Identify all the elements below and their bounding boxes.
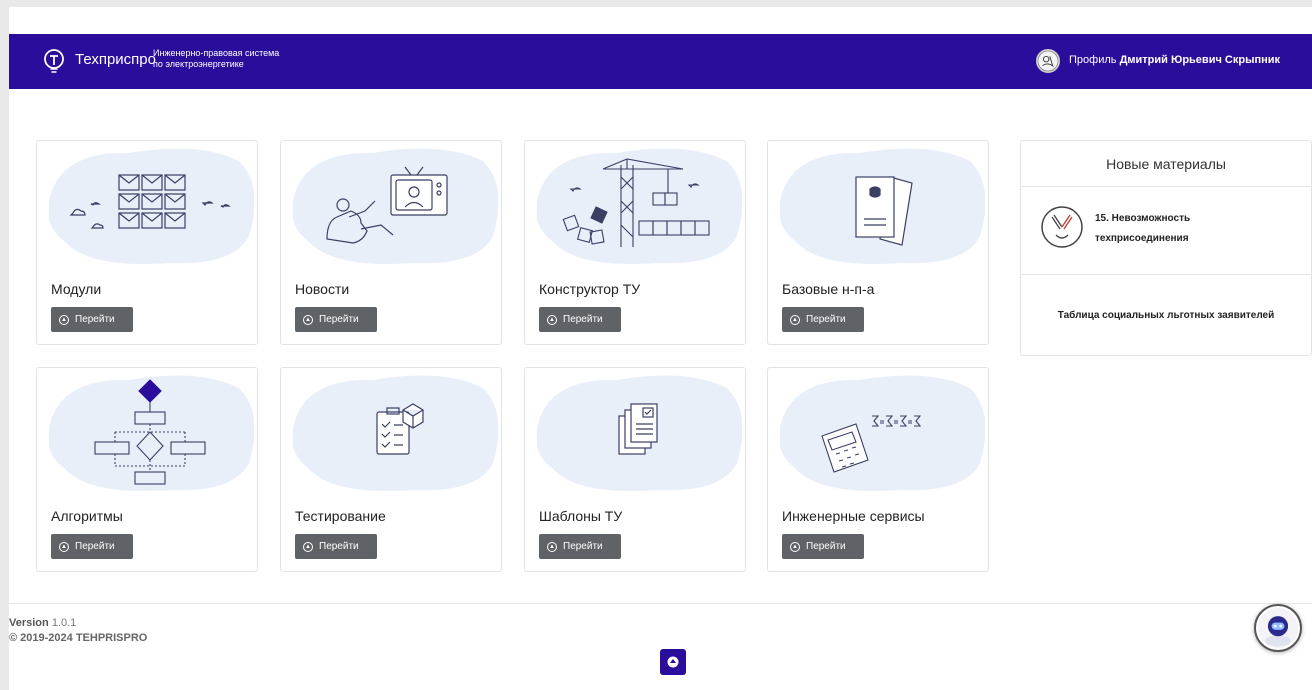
go-button[interactable]: ▲ Перейти [51,534,133,559]
go-button-label: Перейти [319,314,359,325]
card-title: Базовые н-п-а [782,281,875,297]
arrow-up-circle-icon: ▲ [303,314,313,325]
page-frame: Техприспро Инженерно-правовая система по… [9,7,1312,690]
card-title: Инженерные сервисы [782,508,925,524]
news-tv-illustration [326,166,448,244]
go-button[interactable]: ▲ Перейти [539,534,621,559]
arrow-up-circle-icon: ▲ [303,541,313,552]
card-testing[interactable]: Тестирование ▲ Перейти [280,367,502,572]
arrow-up-circle-icon [667,656,679,668]
profile-name: Дмитрий Юрьевич Скрыпник [1119,54,1281,66]
profile-prefix: Профиль [1069,54,1117,66]
arrow-up-circle-icon: ▲ [59,314,69,325]
arrow-up-circle-icon: ▲ [59,541,69,552]
lightbulb-logo-icon[interactable] [41,48,67,74]
arrow-up-circle-icon: ▲ [790,314,800,325]
scroll-top-button[interactable] [660,649,686,675]
material-item-label: 15. Невозможность техприсоединения [1095,213,1191,244]
arrow-up-circle-icon: ▲ [790,541,800,552]
card-tu-constructor[interactable]: Конструктор ТУ ▲ Перейти [524,140,746,345]
go-button-label: Перейти [806,541,846,552]
go-button-label: Перейти [75,314,115,325]
card-title: Новости [295,281,350,297]
construction-crane-illustration [562,158,710,247]
flowchart-illustration [94,379,206,485]
card-news[interactable]: Новости ▲ Перейти [280,140,502,345]
template-documents-illustration [618,403,658,455]
card-title: Тестирование [295,508,386,524]
go-button[interactable]: ▲ Перейти [295,307,377,332]
tagline-line-1: Инженерно-правовая система [153,48,280,58]
go-button[interactable]: ▲ Перейти [782,307,864,332]
version-label: Version [9,617,49,629]
go-button-label: Перейти [75,541,115,552]
checklist-illustration [376,403,424,455]
legal-documents-illustration [855,176,913,246]
material-item[interactable]: 15. Невозможность техприсоединения [1021,187,1311,275]
version-info: Version 1.0.1 [9,617,76,629]
go-button[interactable]: ▲ Перейти [539,307,621,332]
tagline-line-2: по электроэнергетике [153,59,244,69]
go-button[interactable]: ▲ Перейти [295,534,377,559]
material-item-label: Таблица социальных льготных заявителей [1057,309,1275,321]
card-algorithms[interactable]: Алгоритмы ▲ Перейти [36,367,258,572]
go-button-label: Перейти [563,314,603,325]
go-button[interactable]: ▲ Перейти [782,534,864,559]
card-base-npa[interactable]: Базовые н-п-а ▲ Перейти [767,140,989,345]
profile-avatar[interactable] [1036,49,1060,73]
card-title: Конструктор ТУ [539,281,641,297]
material-item[interactable]: Таблица социальных льготных заявителей [1021,275,1311,355]
card-engineering-services[interactable]: Инженерные сервисы ▲ Перейти [767,367,989,572]
card-tu-templates[interactable]: Шаблоны ТУ ▲ Перейти [524,367,746,572]
footer-divider [9,603,1312,604]
copyright: © 2019-2024 TEHPRISPRO [9,632,148,644]
modules-grid-illustration [69,174,231,229]
card-title: Шаблоны ТУ [539,508,623,524]
go-button[interactable]: ▲ Перейти [51,307,133,332]
new-materials-panel: Новые материалы 15. Невозможность техпри… [1020,140,1312,356]
arrow-up-circle-icon: ▲ [547,314,557,325]
brand-tagline: Инженерно-правовая система по электроэне… [153,48,343,70]
navbar: Техприспро Инженерно-правовая система по… [9,34,1312,89]
card-title: Алгоритмы [51,508,123,524]
profile-link[interactable]: Профиль Дмитрий Юрьевич Скрыпник [1069,54,1280,66]
go-button-label: Перейти [319,541,359,552]
new-materials-title: Новые материалы [1021,141,1311,187]
go-button-label: Перейти [806,314,846,325]
arrow-up-circle-icon: ▲ [547,541,557,552]
assistant-robot-icon[interactable] [1254,604,1302,652]
version-value: 1.0.1 [51,617,77,629]
no-connection-icon [1041,206,1083,248]
go-button-label: Перейти [563,541,603,552]
card-modules[interactable]: Модули ▲ Перейти [36,140,258,345]
brand-name[interactable]: Техприспро [75,51,156,68]
calculator-formula-illustration [821,415,922,473]
card-title: Модули [51,281,102,297]
